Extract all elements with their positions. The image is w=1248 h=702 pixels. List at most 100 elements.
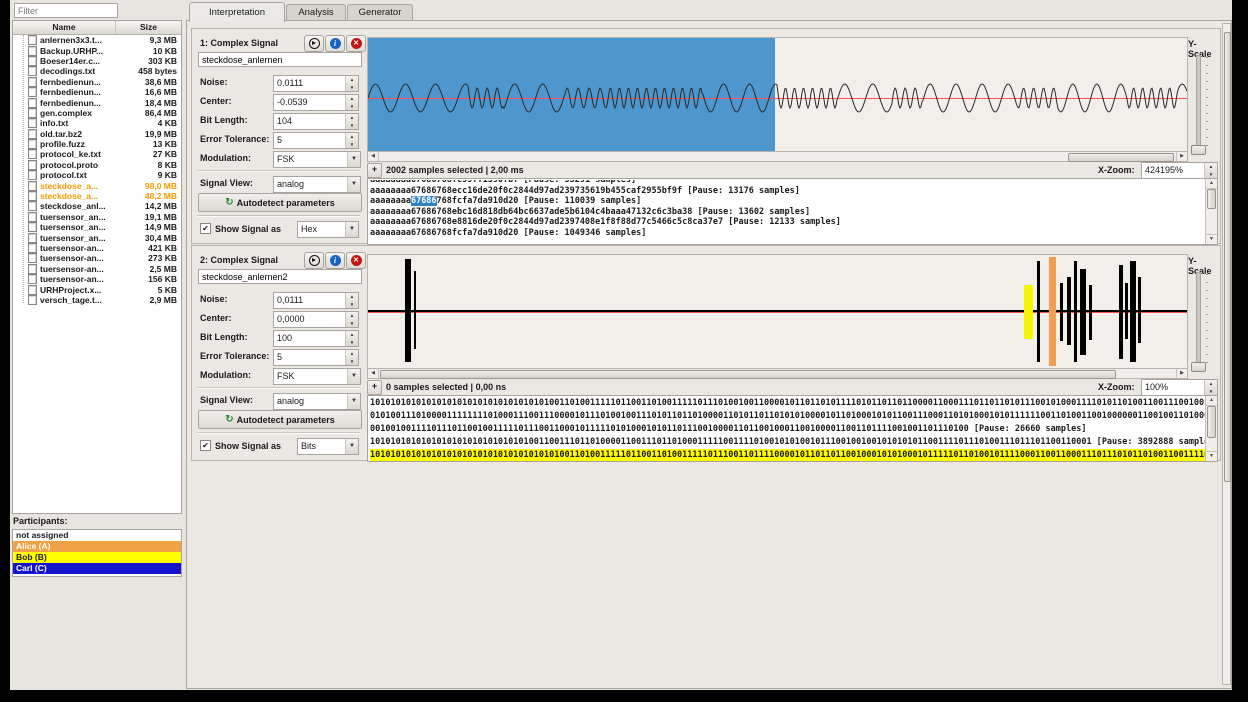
show-signal-as-combobox[interactable]: Bits ▼ (297, 438, 359, 455)
hex-message-line[interactable]: aaaaaaaa67686768e8816de20f0c2844d97ad239… (370, 217, 1205, 228)
noise-value[interactable]: 0.0111 (274, 76, 345, 91)
participants-list[interactable]: not assigned Alice (A) Bob (B) Carl (C) (12, 529, 182, 577)
participant-item[interactable]: Alice (A) (13, 541, 181, 552)
scroll-down-icon[interactable]: ▼ (1206, 234, 1217, 244)
signal-name-field[interactable] (198, 52, 362, 67)
x-zoom-spinbox[interactable]: 100% ▲ ▼ (1141, 379, 1218, 396)
bit-length-spinbox[interactable]: 104 ▲ ▼ (273, 113, 359, 130)
column-header-name[interactable]: Name (13, 21, 116, 34)
scroll-down-icon[interactable]: ▼ (1206, 451, 1217, 461)
hex-message-line[interactable]: aaaaaaaa67686768ecc16de20f0c2844d97ad239… (370, 186, 1205, 197)
center-value[interactable]: -0.0539 (274, 95, 345, 110)
hex-message-line[interactable]: aaaaaaaa67686768ebc16d818db64bc6637ade5b… (370, 207, 1205, 218)
error-tolerance-spinbox[interactable]: 5 ▲ ▼ (273, 132, 359, 149)
table-row[interactable]: steckdose_anl... 14,2 MB (13, 201, 181, 212)
table-row[interactable]: steckdose_a... 98,0 MB (13, 180, 181, 191)
signal-view-combobox[interactable]: analog ▼ (273, 393, 361, 410)
bit-length-value[interactable]: 104 (274, 114, 345, 129)
bit-message-line[interactable]: 1010101010101010101010101010101001100111… (370, 436, 1205, 449)
protocol-bits-view[interactable]: 1010101010101010101010101010101010100110… (367, 395, 1218, 462)
spin-arrows-icon[interactable]: ▲ ▼ (345, 95, 358, 110)
table-row[interactable]: fernbedienun... 18,4 MB (13, 97, 181, 108)
spin-arrows-icon[interactable]: ▲ ▼ (1204, 163, 1217, 178)
bit-message-line[interactable]: 1010101010101010101010101010101010101001… (370, 449, 1205, 461)
bit-length-value[interactable]: 100 (274, 331, 345, 346)
column-header-size[interactable]: Size (116, 21, 181, 34)
scroll-left-icon[interactable]: ◀ (368, 152, 379, 161)
autodetect-parameters-button[interactable]: ↻ Autodetect parameters (198, 410, 362, 429)
table-row[interactable]: protocol.proto 8 KB (13, 159, 181, 170)
tab-interpretation[interactable]: Interpretation (189, 2, 285, 22)
scrollbar-thumb[interactable] (1207, 189, 1216, 209)
spin-arrows-icon[interactable]: ▲ ▼ (1204, 380, 1217, 395)
scrollbar-thumb[interactable] (1068, 153, 1174, 162)
table-row[interactable]: decodings.txt 458 bytes (13, 66, 181, 77)
y-scale-slider[interactable] (1196, 272, 1201, 370)
table-row[interactable]: URHProject.x... 5 KB (13, 284, 181, 295)
signal-graph-2[interactable] (367, 254, 1188, 369)
y-scale-slider-handle[interactable] (1191, 145, 1206, 155)
noise-value[interactable]: 0,0111 (274, 293, 345, 308)
table-row[interactable]: versch_tage.t... 2,9 MB (13, 294, 181, 305)
autodetect-parameters-button[interactable]: ↻ Autodetect parameters (198, 193, 362, 212)
x-zoom-spinbox[interactable]: 424195% ▲ ▼ (1141, 162, 1218, 179)
table-row[interactable]: gen.complex 86,4 MB (13, 107, 181, 118)
table-row[interactable]: Boeser14er.c... 303 KB (13, 55, 181, 66)
table-row[interactable]: steckdose_a... 48,2 MB (13, 191, 181, 202)
spin-arrows-icon[interactable]: ▲ ▼ (345, 331, 358, 346)
info-button[interactable]: i (325, 252, 345, 269)
participant-item[interactable]: not assigned (13, 530, 181, 541)
scroll-right-icon[interactable]: ▶ (1176, 369, 1187, 378)
x-zoom-value[interactable]: 100% (1142, 380, 1204, 395)
text-vertical-scrollbar[interactable]: ▲ ▼ (1205, 179, 1217, 244)
y-scale-slider-handle[interactable] (1191, 362, 1206, 372)
table-row[interactable]: anlernen3x3.t... 9,3 MB (13, 35, 181, 46)
table-row[interactable]: fernbedienun... 16,6 MB (13, 87, 181, 98)
bit-lines[interactable]: 1010101010101010101010101010101010100110… (370, 397, 1205, 461)
scroll-up-icon[interactable]: ▲ (1206, 396, 1217, 406)
tab-generator[interactable]: Generator (347, 4, 413, 21)
file-tree-header[interactable]: Name Size (13, 21, 181, 35)
table-row[interactable]: tuersensor_an... 14,9 MB (13, 222, 181, 233)
play-button[interactable] (304, 252, 324, 269)
main-vertical-scrollbar[interactable] (1222, 23, 1231, 685)
modulation-combobox[interactable]: FSK ▼ (273, 368, 361, 385)
table-row[interactable]: protocol_ke.txt 27 KB (13, 149, 181, 160)
table-row[interactable]: info.txt 4 KB (13, 118, 181, 129)
spin-arrows-icon[interactable]: ▲ ▼ (345, 133, 358, 148)
graph-horizontal-scrollbar[interactable]: ◀ ▶ (367, 151, 1188, 162)
info-button[interactable]: i (325, 35, 345, 52)
bit-message-line[interactable]: 0010010011110111011001001111101110011000… (370, 423, 1205, 436)
table-row[interactable]: tuersensor-an... 273 KB (13, 253, 181, 264)
hex-lines[interactable]: aaaaaaaa67686768fc99ff1390fbf [Pause: 53… (370, 180, 1205, 244)
close-signal-button[interactable]: ✕ (346, 252, 366, 269)
error-tolerance-value[interactable]: 5 (274, 350, 345, 365)
scrollbar-thumb[interactable] (1207, 406, 1216, 438)
protocol-hex-view[interactable]: aaaaaaaa67686768fc99ff1390fbf [Pause: 53… (367, 178, 1218, 245)
tab-analysis[interactable]: Analysis (286, 4, 346, 21)
participant-item[interactable]: Bob (B) (13, 552, 181, 563)
spin-arrows-icon[interactable]: ▲ ▼ (345, 114, 358, 129)
center-spinbox[interactable]: 0,0000 ▲ ▼ (273, 311, 359, 328)
scroll-up-icon[interactable]: ▲ (1206, 179, 1217, 189)
spin-arrows-icon[interactable]: ▲ ▼ (345, 312, 358, 327)
show-signal-as-checkbox[interactable]: ✔ (200, 440, 211, 451)
scrollbar-thumb[interactable] (1224, 32, 1231, 482)
text-vertical-scrollbar[interactable]: ▲ ▼ (1205, 396, 1217, 461)
scroll-right-icon[interactable]: ▶ (1176, 152, 1187, 161)
table-row[interactable]: Backup.URHP... 10 KB (13, 45, 181, 56)
expand-button[interactable]: + (367, 163, 382, 178)
table-row[interactable]: old.tar.bz2 19,9 MB (13, 128, 181, 139)
bit-length-spinbox[interactable]: 100 ▲ ▼ (273, 330, 359, 347)
scrollbar-thumb[interactable] (380, 370, 1116, 379)
table-row[interactable]: tuersensor_an... 19,1 MB (13, 211, 181, 222)
scroll-left-icon[interactable]: ◀ (368, 369, 379, 378)
noise-spinbox[interactable]: 0.0111 ▲ ▼ (273, 75, 359, 92)
error-tolerance-value[interactable]: 5 (274, 133, 345, 148)
bit-message-line[interactable]: 1010101010101010101010101010101010100110… (370, 397, 1205, 410)
file-tree[interactable]: Name Size anlernen3x3.t... 9,3 MB Backup.U… (12, 20, 182, 514)
y-scale-slider[interactable] (1196, 55, 1201, 153)
graph-horizontal-scrollbar[interactable]: ◀ ▶ (367, 368, 1188, 379)
table-row[interactable]: protocol.txt 9 KB (13, 170, 181, 181)
center-value[interactable]: 0,0000 (274, 312, 345, 327)
